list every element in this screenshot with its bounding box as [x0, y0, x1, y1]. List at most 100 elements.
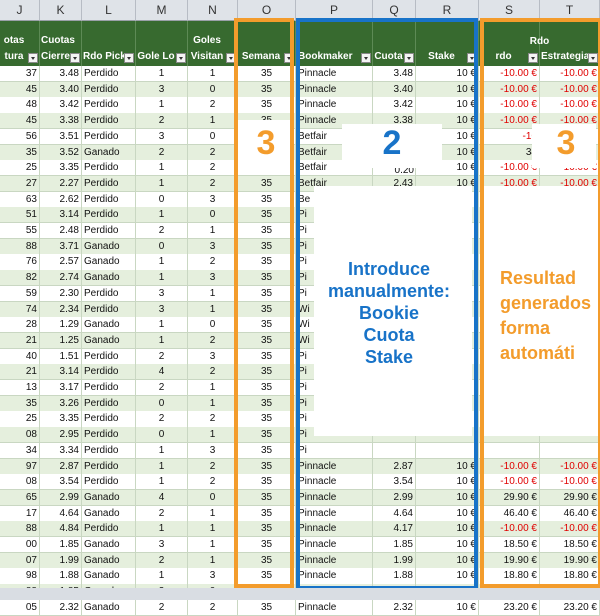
cell-l[interactable]: Ganado — [82, 552, 136, 569]
cell-m[interactable]: 1 — [136, 332, 188, 350]
filter-dropdown-l-icon[interactable] — [124, 53, 134, 63]
cell-j[interactable]: 88 — [0, 238, 40, 255]
cell-m[interactable]: 2 — [136, 380, 188, 397]
cell-m[interactable]: 1 — [136, 442, 188, 459]
cell-m[interactable]: 2 — [136, 113, 188, 130]
cell-l[interactable]: Perdido — [82, 207, 136, 224]
cell-n[interactable]: 1 — [188, 301, 238, 318]
cell-l[interactable]: Perdido — [82, 395, 136, 412]
cell-k[interactable]: 2.30 — [40, 285, 82, 302]
cell-l[interactable]: Perdido — [82, 191, 136, 208]
cell-j[interactable]: 45 — [0, 113, 40, 130]
cell-n[interactable]: 0 — [188, 128, 238, 145]
cell-j[interactable]: 88 — [0, 521, 40, 538]
cell-m[interactable]: 3 — [136, 301, 188, 318]
cell-m[interactable]: 2 — [136, 552, 188, 569]
cell-j[interactable]: 76 — [0, 254, 40, 271]
cell-k[interactable]: 3.14 — [40, 364, 82, 381]
cell-l[interactable]: Perdido — [82, 474, 136, 491]
cell-k[interactable]: 2.74 — [40, 270, 82, 287]
cell-j[interactable]: 37 — [0, 66, 40, 83]
cell-l[interactable]: Perdido — [82, 411, 136, 428]
cell-n[interactable]: 0 — [188, 207, 238, 224]
cell-j[interactable]: 63 — [0, 191, 40, 208]
cell-j[interactable]: 07 — [0, 552, 40, 569]
cell-k[interactable]: 3.14 — [40, 207, 82, 224]
cell-n[interactable]: 0 — [188, 317, 238, 334]
cell-j[interactable]: 82 — [0, 270, 40, 287]
cell-l[interactable]: Ganado — [82, 144, 136, 161]
cell-j[interactable]: 48 — [0, 97, 40, 114]
cell-n[interactable]: 3 — [188, 348, 238, 365]
cell-k[interactable]: 3.48 — [40, 66, 82, 83]
cell-l[interactable]: Ganado — [82, 505, 136, 522]
cell-n[interactable]: 2 — [188, 474, 238, 491]
column-letter-j[interactable]: J — [0, 0, 40, 21]
cell-l[interactable]: Perdido — [82, 521, 136, 538]
cell-k[interactable]: 2.87 — [40, 458, 82, 475]
cell-k[interactable]: 1.51 — [40, 348, 82, 365]
cell-l[interactable]: Perdido — [82, 97, 136, 114]
cell-j[interactable]: 00 — [0, 537, 40, 554]
cell-k[interactable]: 3.42 — [40, 97, 82, 114]
cell-s[interactable]: 23.20 € — [479, 599, 540, 616]
cell-l[interactable]: Ganado — [82, 599, 136, 616]
cell-n[interactable]: 2 — [188, 97, 238, 114]
cell-n[interactable]: 1 — [188, 380, 238, 397]
cell-j[interactable]: 65 — [0, 489, 40, 507]
cell-l[interactable]: Perdido — [82, 223, 136, 240]
filter-dropdown-j-icon[interactable] — [28, 53, 38, 63]
cell-j[interactable]: 25 — [0, 160, 40, 177]
cell-j[interactable]: 74 — [0, 301, 40, 318]
cell-l[interactable]: Ganado — [82, 254, 136, 271]
cell-k[interactable]: 3.71 — [40, 238, 82, 255]
cell-n[interactable]: 1 — [188, 395, 238, 412]
cell-l[interactable]: Perdido — [82, 442, 136, 459]
cell-t[interactable]: 23.20 € — [540, 599, 600, 616]
cell-j[interactable]: 05 — [0, 599, 40, 616]
cell-j[interactable]: 34 — [0, 442, 40, 459]
cell-l[interactable]: Perdido — [82, 458, 136, 475]
cell-k[interactable]: 3.26 — [40, 395, 82, 412]
cell-j[interactable]: 08 — [0, 474, 40, 491]
cell-k[interactable]: 2.62 — [40, 191, 82, 208]
cell-n[interactable]: 2 — [188, 175, 238, 193]
cell-k[interactable]: 3.17 — [40, 380, 82, 397]
cell-l[interactable]: Perdido — [82, 81, 136, 98]
cell-l[interactable]: Perdido — [82, 285, 136, 302]
cell-k[interactable]: 2.57 — [40, 254, 82, 271]
cell-n[interactable]: 1 — [188, 552, 238, 569]
cell-k[interactable]: 3.34 — [40, 442, 82, 459]
cell-k[interactable]: 4.64 — [40, 505, 82, 522]
cell-j[interactable]: 35 — [0, 144, 40, 161]
cell-n[interactable]: 1 — [188, 113, 238, 130]
cell-n[interactable]: 3 — [188, 442, 238, 459]
cell-k[interactable]: 2.34 — [40, 301, 82, 318]
cell-o[interactable]: 35 — [238, 599, 296, 616]
cell-r[interactable]: 10 € — [416, 599, 479, 616]
cell-j[interactable]: 35 — [0, 395, 40, 412]
cell-l[interactable]: Ganado — [82, 537, 136, 554]
cell-j[interactable]: 13 — [0, 380, 40, 397]
cell-j[interactable]: 51 — [0, 207, 40, 224]
cell-j[interactable]: 21 — [0, 364, 40, 381]
column-letter-m[interactable]: M — [136, 0, 188, 21]
cell-j[interactable]: 21 — [0, 332, 40, 350]
cell-j[interactable]: 25 — [0, 411, 40, 428]
cell-m[interactable]: 3 — [136, 537, 188, 554]
cell-j[interactable]: 17 — [0, 505, 40, 522]
cell-n[interactable]: 3 — [188, 270, 238, 287]
cell-l[interactable]: Perdido — [82, 427, 136, 444]
cell-m[interactable]: 1 — [136, 474, 188, 491]
cell-l[interactable]: Ganado — [82, 332, 136, 350]
cell-k[interactable]: 3.38 — [40, 113, 82, 130]
filter-dropdown-k-icon[interactable] — [70, 53, 80, 63]
cell-n[interactable]: 1 — [188, 521, 238, 538]
cell-n[interactable]: 2 — [188, 144, 238, 161]
column-letter-l[interactable]: L — [82, 0, 136, 21]
cell-k[interactable]: 3.52 — [40, 144, 82, 161]
cell-m[interactable]: 1 — [136, 458, 188, 475]
cell-m[interactable]: 2 — [136, 411, 188, 428]
cell-k[interactable]: 3.35 — [40, 411, 82, 428]
cell-j[interactable]: 28 — [0, 317, 40, 334]
